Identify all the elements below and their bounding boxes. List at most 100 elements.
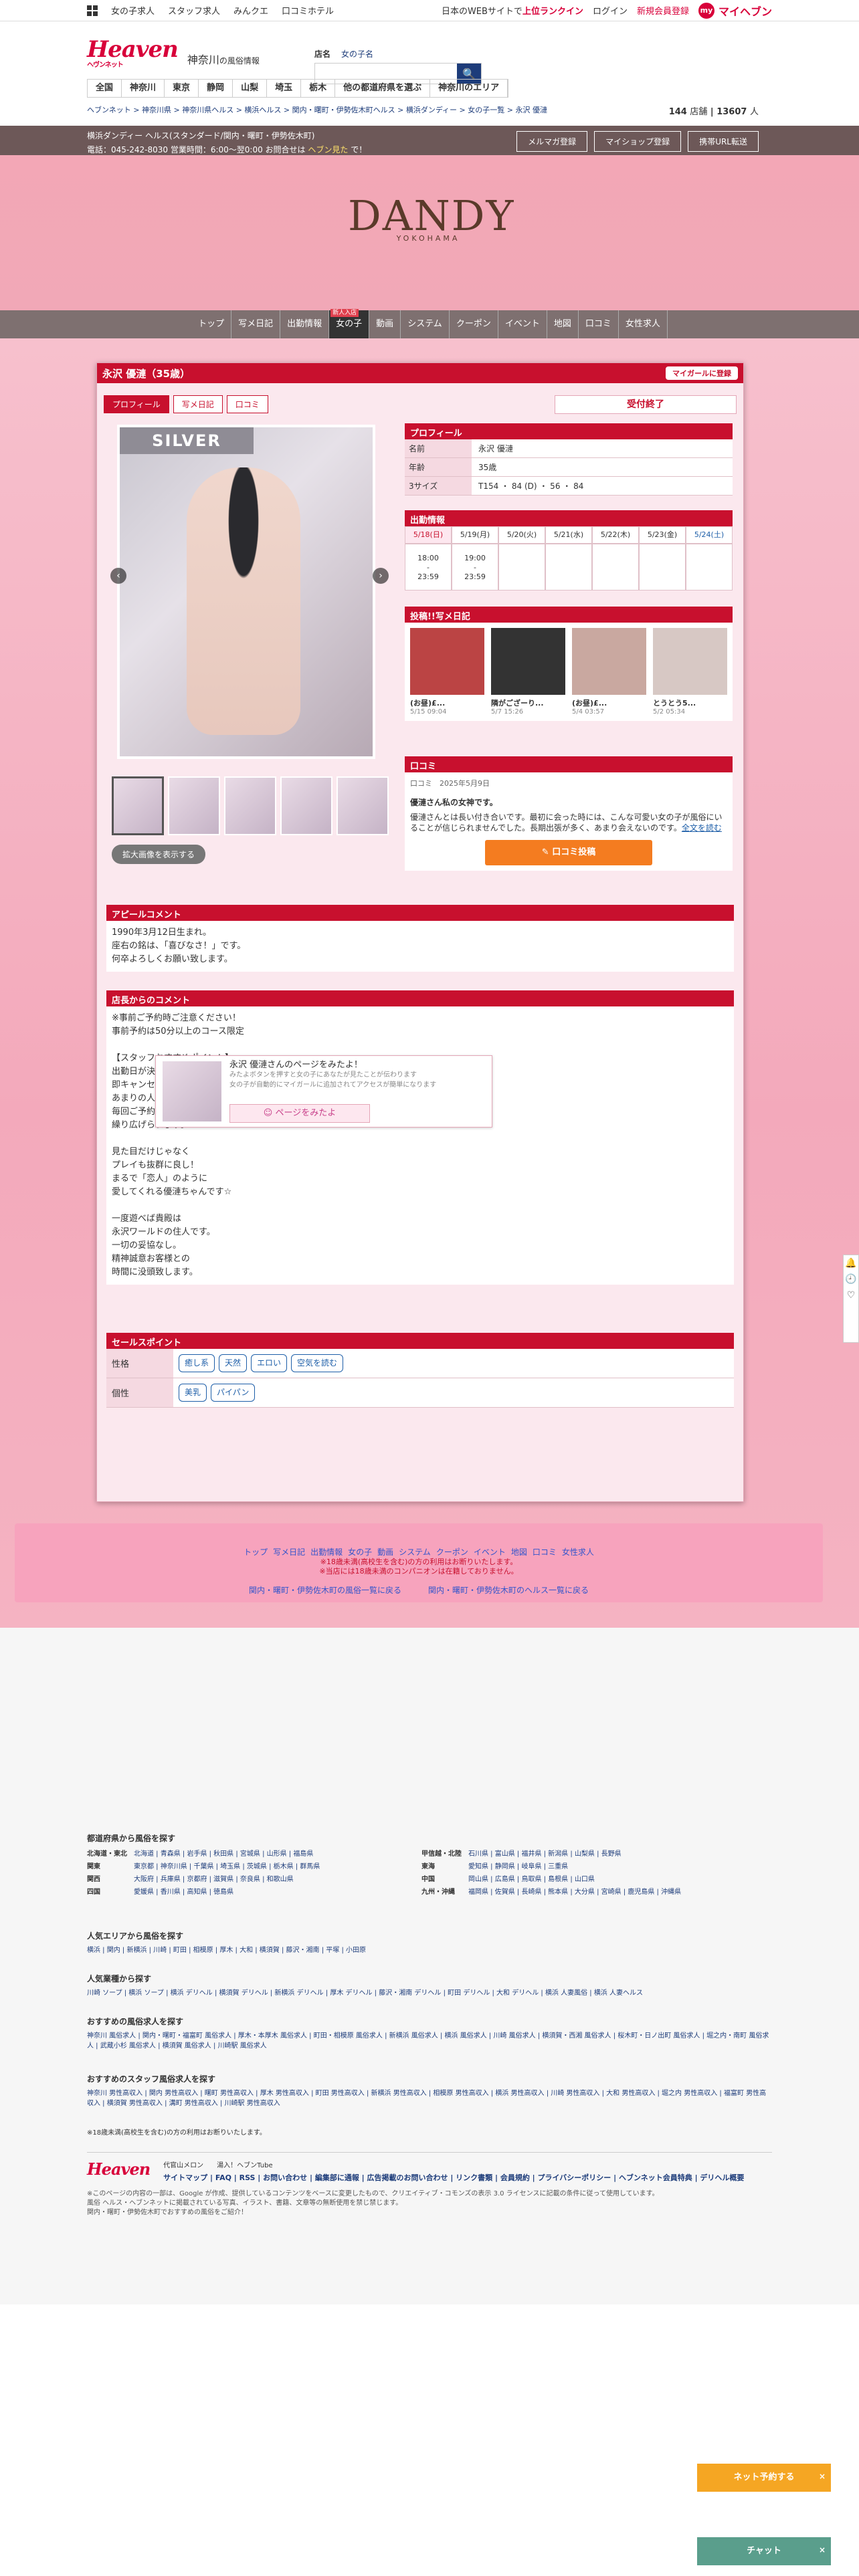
shop-nav-video[interactable]: 動画 xyxy=(369,310,401,338)
foot-link[interactable]: クーポン xyxy=(436,1547,468,1557)
close-icon[interactable]: × xyxy=(819,2536,826,2564)
diary-item[interactable]: 隣がござーり... 5/7 15:26 xyxy=(491,628,565,716)
pref-links[interactable]: 愛知県 | 静岡県 | 岐阜県 | 三重県 xyxy=(468,1860,568,1873)
foot-link[interactable]: 出勤情報 xyxy=(310,1547,343,1557)
male-recruit-links[interactable]: 神奈川 男性高収入 | 関内 男性高収入 | 曙町 男性高収入 | 厚木 男性高… xyxy=(87,2088,772,2109)
area-nav-item[interactable]: 神奈川のエリア xyxy=(430,80,508,97)
area-nav-item[interactable]: 山梨 xyxy=(233,80,268,97)
sched-time xyxy=(592,544,639,591)
foot-link[interactable]: 写メ日記 xyxy=(273,1547,305,1557)
category-links[interactable]: 川崎 ソープ | 横浜 ソープ | 横浜 デリヘル | 横須賀 デリヘル | 新… xyxy=(87,1988,772,1998)
top-link-3[interactable]: みんクエ xyxy=(233,4,268,17)
shop-nav-event[interactable]: イベント xyxy=(498,310,547,338)
login-link[interactable]: ログイン xyxy=(593,4,628,17)
trait-tag[interactable]: 癒し系 xyxy=(179,1354,215,1372)
back-link-1[interactable]: 関内・曙町・伊勢佐木町の風俗一覧に戻る xyxy=(249,1586,401,1595)
register-link[interactable]: 新規会員登録 xyxy=(637,4,689,17)
foot-link[interactable]: 女性求人 xyxy=(562,1547,594,1557)
shop-logo[interactable]: DANDY YOKOHAMA xyxy=(348,195,513,243)
tab-profile[interactable]: プロフィール xyxy=(104,395,169,413)
history-icon[interactable]: 🕘 xyxy=(844,1274,858,1285)
diary-item[interactable]: (お昼)£... 5/4 03:57 xyxy=(572,628,646,716)
foot-link[interactable]: システム xyxy=(399,1547,431,1557)
area-nav-item[interactable]: 埼玉 xyxy=(267,80,302,97)
chat-button[interactable]: チャット × xyxy=(697,2537,831,2565)
diary-item[interactable]: (お昼)£... 5/15 09:04 xyxy=(410,628,484,716)
shop-nav-diary[interactable]: 写メ日記 xyxy=(231,310,281,338)
pref-links[interactable]: 石川県 | 富山県 | 福井県 | 新潟県 | 山梨県 | 長野県 xyxy=(468,1848,622,1860)
shop-nav-review[interactable]: 口コミ xyxy=(579,310,619,338)
shop-nav-map[interactable]: 地図 xyxy=(547,310,579,338)
breadcrumb[interactable]: ヘブンネット > 神奈川県 > 神奈川県ヘルス > 横浜ヘルス > 関内・曙町・… xyxy=(87,104,547,115)
pref-links[interactable]: 東京都 | 神奈川県 | 千葉県 | 埼玉県 | 茨城県 | 栃木県 | 群馬県 xyxy=(134,1860,320,1873)
thumbnail[interactable] xyxy=(112,776,164,835)
tab-diary[interactable]: 写メ日記 xyxy=(173,395,223,413)
foot-link[interactable]: 口コミ xyxy=(533,1547,557,1557)
side-toolbar[interactable]: 🔔 🕘 ♡ xyxy=(843,1255,859,1343)
area-nav-item[interactable]: 栃木 xyxy=(301,80,336,97)
area-nav-item[interactable]: 他の都道府県を選ぶ xyxy=(335,80,431,97)
shop-nav-schedule[interactable]: 出勤情報 xyxy=(280,310,330,338)
area-nav-item[interactable]: 東京 xyxy=(165,80,199,97)
zoom-button[interactable]: 拡大画像を表示する xyxy=(112,845,206,864)
foot-link[interactable]: 地図 xyxy=(511,1547,527,1557)
top-link-1[interactable]: 女の子求人 xyxy=(111,4,155,17)
pref-links[interactable]: 福岡県 | 佐賀県 | 長崎県 | 熊本県 | 大分県 | 宮崎県 | 鹿児島県… xyxy=(468,1886,681,1899)
mailmag-button[interactable]: メルマガ登録 xyxy=(516,131,588,152)
shop-nav-coupon[interactable]: クーポン xyxy=(450,310,498,338)
grid-menu-icon[interactable] xyxy=(87,5,98,16)
thumbnail[interactable] xyxy=(224,776,276,835)
tube-link[interactable]: 湯入！ヘブンTube xyxy=(217,2159,272,2169)
trait-tag[interactable]: 天然 xyxy=(219,1354,248,1372)
foot-link[interactable]: 動画 xyxy=(377,1547,393,1557)
close-icon[interactable]: × xyxy=(819,2462,826,2490)
shop-nav-girls[interactable]: 新人入店 女の子 xyxy=(329,309,370,338)
thumbnail[interactable] xyxy=(168,776,220,835)
review-post-button[interactable]: ✎ 口コミ投稿 xyxy=(485,840,652,865)
thumbnail[interactable] xyxy=(337,776,389,835)
foot-link[interactable]: イベント xyxy=(474,1547,506,1557)
top-link-4[interactable]: 口コミホテル xyxy=(282,4,334,17)
foot-link[interactable]: トップ xyxy=(244,1547,268,1557)
read-more-link[interactable]: 全文を読む xyxy=(682,823,722,833)
site-logo[interactable]: Heaven ヘヴンネット xyxy=(87,36,179,69)
bell-icon[interactable]: 🔔 xyxy=(844,1258,858,1269)
trait-tag[interactable]: パイパン xyxy=(211,1384,256,1402)
mitayo-button[interactable]: ☺ ページをみたよ xyxy=(229,1104,370,1123)
recruit-links[interactable]: 神奈川 風俗求人 | 関内・曙町・福富町 風俗求人 | 厚木・本厚木 風俗求人 … xyxy=(87,2031,772,2051)
pref-links[interactable]: 岡山県 | 広島県 | 鳥取県 | 島根県 | 山口県 xyxy=(468,1873,595,1886)
footer-logo[interactable]: Heaven xyxy=(87,2159,151,2179)
area-nav-item[interactable]: 静岡 xyxy=(199,80,233,97)
top-link-2[interactable]: スタッフ求人 xyxy=(168,4,220,17)
area-links[interactable]: 横浜 | 関内 | 新横浜 | 川崎 | 町田 | 相模原 | 厚木 | 大和 … xyxy=(87,1945,772,1955)
back-link-2[interactable]: 関内・曙町・伊勢佐木町のヘルス一覧に戻る xyxy=(428,1586,589,1595)
trait-tag[interactable]: エロい xyxy=(251,1354,288,1372)
sitemap-links[interactable]: サイトマップ | FAQ | RSS | お問い合わせ | 編集部に通報 | 広… xyxy=(163,2172,765,2183)
main-photo[interactable]: SILVER xyxy=(117,425,375,759)
next-arrow-icon[interactable]: › xyxy=(373,568,389,584)
trait-tag[interactable]: 空気を読む xyxy=(291,1354,344,1372)
net-reserve-button[interactable]: ネット予約する × xyxy=(697,2464,831,2492)
myheaven-link[interactable]: my マイヘブン xyxy=(698,2,772,19)
thumbnail[interactable] xyxy=(280,776,332,835)
search-girl-label[interactable]: 女の子名 xyxy=(341,48,373,60)
mygirl-button[interactable]: マイガールに登録 xyxy=(666,366,738,380)
pref-links[interactable]: 大阪府 | 兵庫県 | 京都府 | 滋賀県 | 奈良県 | 和歌山県 xyxy=(134,1873,294,1886)
foot-link[interactable]: 女の子 xyxy=(348,1547,372,1557)
prev-arrow-icon[interactable]: ‹ xyxy=(110,568,126,584)
shop-nav-top[interactable]: トップ xyxy=(191,310,232,338)
prof-val: T154 ・ 84 (D) ・ 56 ・ 84 xyxy=(478,481,584,491)
area-nav-item[interactable]: 神奈川 xyxy=(122,80,165,97)
tab-review[interactable]: 口コミ xyxy=(226,395,268,413)
melon-link[interactable]: 代官山メロン xyxy=(163,2159,203,2169)
mobile-url-button[interactable]: 携帯URL転送 xyxy=(688,131,759,152)
myshop-button[interactable]: マイショップ登録 xyxy=(594,131,682,152)
shop-nav-recruit[interactable]: 女性求人 xyxy=(619,310,668,338)
diary-item[interactable]: とうとう5... 5/2 05:34 xyxy=(653,628,727,716)
heart-icon[interactable]: ♡ xyxy=(844,1290,858,1301)
pref-links[interactable]: 愛媛県 | 香川県 | 高知県 | 徳島県 xyxy=(134,1886,233,1899)
area-nav-item[interactable]: 全国 xyxy=(88,80,122,97)
pref-links[interactable]: 北海道 | 青森県 | 岩手県 | 秋田県 | 宮城県 | 山形県 | 福島県 xyxy=(134,1848,313,1860)
shop-nav-system[interactable]: システム xyxy=(401,310,450,338)
trait-tag[interactable]: 美乳 xyxy=(179,1384,207,1402)
